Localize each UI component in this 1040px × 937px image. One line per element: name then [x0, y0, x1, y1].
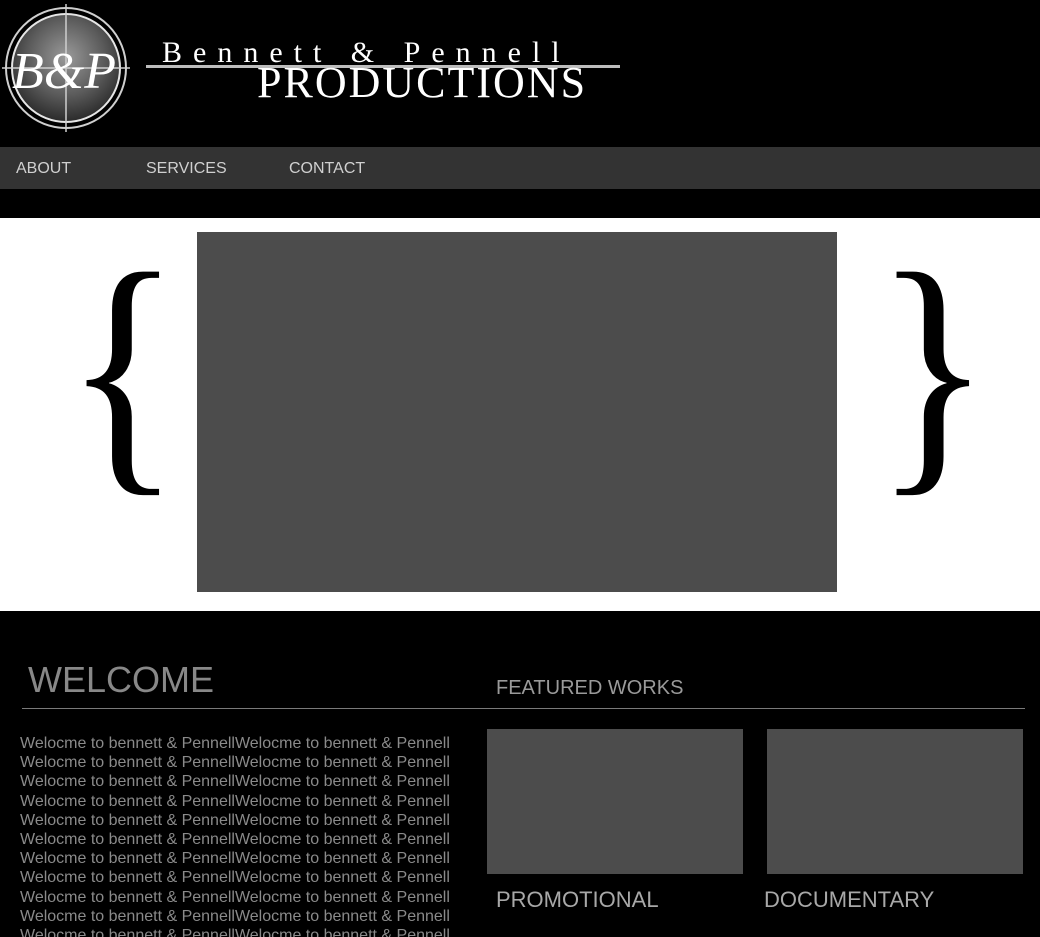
featured-works-heading: FEATURED WORKS [496, 677, 684, 699]
welcome-heading: WELCOME [28, 659, 215, 700]
brand-tagline: PRODUCTIONS [257, 58, 588, 107]
left-brace-decoration: { [64, 219, 182, 518]
right-brace-decoration: } [874, 219, 992, 518]
main-nav: ABOUT SERVICES CONTACT [0, 147, 1040, 189]
work-label-promotional[interactable]: PROMOTIONAL [496, 889, 659, 911]
logo[interactable]: B&P [0, 0, 132, 135]
hero-media-placeholder[interactable] [197, 232, 837, 592]
nav-item-services[interactable]: SERVICES [146, 147, 227, 189]
logo-monogram: B&P [12, 43, 116, 100]
welcome-body-text: Welocme to bennett & PennellWelocme to b… [20, 735, 450, 937]
nav-item-about[interactable]: ABOUT [16, 147, 71, 189]
section-divider [22, 708, 1025, 709]
bp-logo-icon: B&P [2, 4, 130, 132]
hero-section: { } [0, 218, 1040, 611]
nav-item-contact[interactable]: CONTACT [289, 147, 365, 189]
work-thumbnail-documentary[interactable] [767, 729, 1023, 874]
work-thumbnail-promotional[interactable] [487, 729, 743, 874]
work-label-documentary[interactable]: DOCUMENTARY [764, 889, 934, 911]
